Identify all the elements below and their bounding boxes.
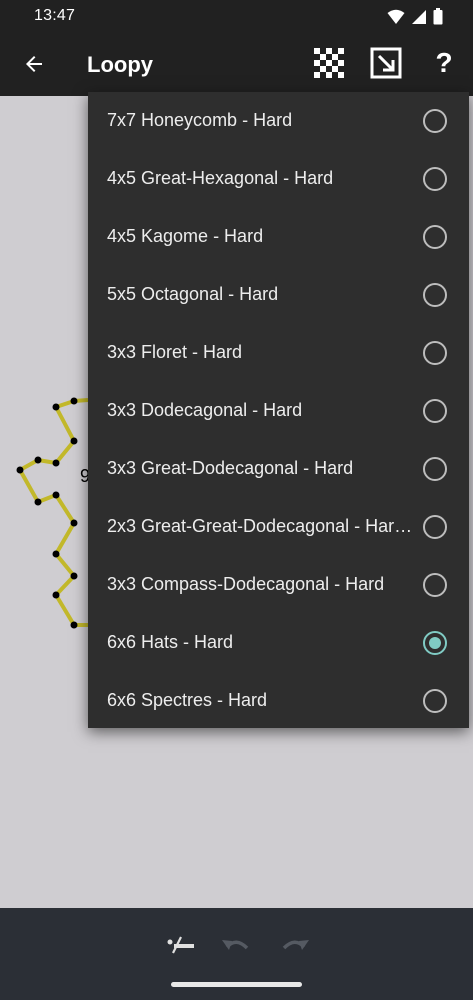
checkerboard-icon [314,48,344,78]
menu-item-label: 2x3 Great-Great-Dodecagonal - Har… [107,516,413,536]
menu-item[interactable]: 3x3 Great-Dodecagonal - Hard [88,440,469,498]
help-button[interactable]: ? [427,46,461,80]
redo-icon [282,940,309,950]
menu-item[interactable]: 4x5 Kagome - Hard [88,208,469,266]
undo-button[interactable] [216,930,256,960]
menu-item[interactable]: 6x6 Spectres - Hard [88,672,469,730]
menu-item[interactable]: 5x5 Octagonal - Hard [88,266,469,324]
redo-button[interactable] [275,930,315,960]
radio-unchecked-icon[interactable] [423,225,447,249]
menu-item[interactable]: 3x3 Floret - Hard [88,324,469,382]
bottom-toolbar [0,908,473,1000]
menu-item-label: 3x3 Dodecagonal - Hard [107,400,303,420]
radio-unchecked-icon[interactable] [423,457,447,481]
help-icon: ? [435,47,453,78]
radio-unchecked-icon[interactable] [423,689,447,713]
status-time: 13:47 [34,7,76,24]
menu-item-label: 6x6 Spectres - Hard [107,690,268,710]
menu-item-label: 5x5 Octagonal - Hard [107,284,279,304]
battery-icon [433,8,443,25]
menu-item[interactable]: 2x3 Great-Great-Dodecagonal - Har… [88,498,469,556]
radio-unchecked-icon[interactable] [423,573,447,597]
line-tool-icon [167,936,194,954]
radio-unchecked-icon[interactable] [423,109,447,133]
loop-path [18,398,89,627]
menu-item-label: 4x5 Kagome - Hard [107,226,264,246]
status-bar: 13:47 [0,0,473,32]
status-icons [387,8,443,25]
undo-icon [222,940,249,950]
radio-unchecked-icon[interactable] [423,341,447,365]
nav-handle[interactable] [171,982,302,987]
radio-checked-icon[interactable] [423,631,447,655]
menu-item[interactable]: 7x7 Honeycomb - Hard [88,92,469,150]
wifi-icon [387,9,405,24]
resize-icon [370,47,402,79]
resize-button[interactable] [369,46,403,80]
radio-unchecked-icon[interactable] [423,515,447,539]
menu-item[interactable]: 6x6 Hats - Hard [88,614,469,672]
menu-item-label: 7x7 Honeycomb - Hard [107,110,293,130]
menu-item[interactable]: 4x5 Great-Hexagonal - Hard [88,150,469,208]
app-title: Loopy [87,52,153,77]
menu-item-label: 6x6 Hats - Hard [107,632,234,652]
menu-item-label: 4x5 Great-Hexagonal - Hard [107,168,334,188]
radio-unchecked-icon[interactable] [423,399,447,423]
game-type-menu: 7x7 Honeycomb - Hard 4x5 Great-Hexagonal … [88,92,469,728]
menu-item-label: 3x3 Compass-Dodecagonal - Hard [107,574,385,594]
line-tool-button[interactable] [160,930,200,960]
game-type-button[interactable] [312,46,346,80]
menu-item-label: 3x3 Floret - Hard [107,342,243,362]
signal-icon [412,9,426,24]
radio-unchecked-icon[interactable] [423,167,447,191]
back-button[interactable] [18,48,50,80]
menu-item[interactable]: 3x3 Dodecagonal - Hard [88,382,469,440]
app-bar: Loopy ? [0,32,473,96]
menu-item-label: 3x3 Great-Dodecagonal - Hard [107,458,354,478]
back-arrow-icon [26,56,42,72]
radio-unchecked-icon[interactable] [423,283,447,307]
menu-item[interactable]: 3x3 Compass-Dodecagonal - Hard [88,556,469,614]
